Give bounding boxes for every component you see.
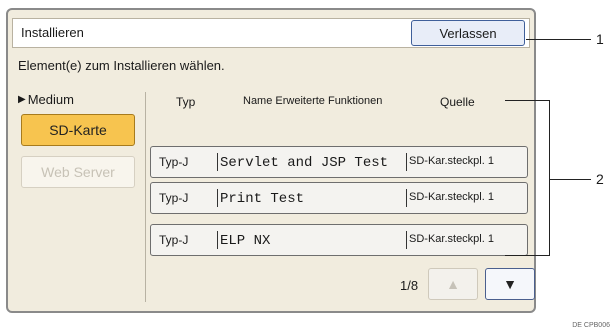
cell-separator <box>406 153 407 171</box>
triangle-up-icon: ▲ <box>446 276 460 292</box>
title-bar: Installieren Verlassen <box>12 18 530 48</box>
triangle-down-icon: ▼ <box>503 276 517 292</box>
callout-line-2 <box>550 179 591 180</box>
cell-separator <box>217 189 218 207</box>
install-dialog: Installieren Verlassen Element(e) zum In… <box>6 8 536 313</box>
sd-card-button[interactable]: SD-Karte <box>21 114 135 146</box>
cell-separator <box>217 153 218 171</box>
list-item[interactable]: Typ-J Servlet and JSP Test SD-Kar.steckp… <box>150 146 528 178</box>
instruction-text: Element(e) zum Installieren wählen. <box>18 58 225 73</box>
column-divider <box>145 92 146 302</box>
item-source: SD-Kar.steckpl. 1 <box>409 155 494 167</box>
item-name: Servlet and JSP Test <box>220 155 389 171</box>
callout-number-1: 1 <box>596 31 604 47</box>
scroll-down-button[interactable]: ▼ <box>485 268 535 300</box>
scroll-up-button[interactable]: ▲ <box>428 268 478 300</box>
column-header-type: Typ <box>176 95 196 109</box>
callout-bracket-bottom <box>505 255 550 256</box>
item-type: Typ-J <box>159 233 189 247</box>
item-name: Print Test <box>220 191 305 207</box>
callout-bracket-vertical <box>549 100 550 255</box>
cell-separator <box>406 189 407 207</box>
page-indicator: 1/8 <box>400 278 419 293</box>
triangle-right-icon: ▶ <box>18 94 26 105</box>
medium-label-text: Medium <box>27 92 74 107</box>
medium-label: ▶ Medium <box>18 92 74 107</box>
item-name: ELP NX <box>220 233 271 249</box>
item-type: Typ-J <box>159 155 189 169</box>
item-source: SD-Kar.steckpl. 1 <box>409 191 494 203</box>
column-header-source: Quelle <box>440 95 475 109</box>
web-server-button[interactable]: Web Server <box>21 156 135 188</box>
item-source: SD-Kar.steckpl. 1 <box>409 233 494 245</box>
dialog-title: Installieren <box>21 25 84 40</box>
list-item[interactable]: Typ-J Print Test SD-Kar.steckpl. 1 <box>150 182 528 214</box>
exit-button[interactable]: Verlassen <box>411 20 525 46</box>
callout-line-1 <box>526 39 591 40</box>
list-item[interactable]: Typ-J ELP NX SD-Kar.steckpl. 1 <box>150 224 528 256</box>
item-type: Typ-J <box>159 191 189 205</box>
callout-number-2: 2 <box>596 171 604 187</box>
cell-separator <box>406 231 407 249</box>
column-header-name: Name Erweiterte Funktionen <box>243 95 383 107</box>
callout-bracket-top <box>505 100 550 101</box>
figure-id: DE CPB006 <box>572 322 610 329</box>
cell-separator <box>217 231 218 249</box>
